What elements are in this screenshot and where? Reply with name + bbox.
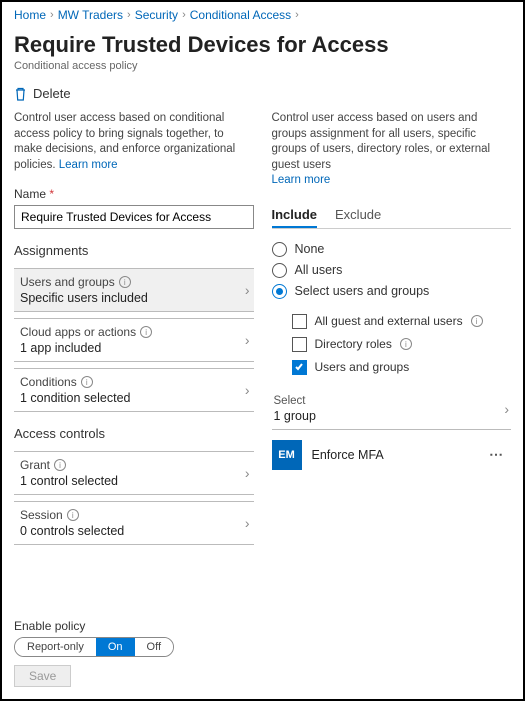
chevron-right-icon: ›: [245, 465, 250, 481]
select-groups[interactable]: Select 1 group ›: [272, 391, 512, 430]
check-directory-roles[interactable]: Directory rolesi: [292, 333, 512, 356]
assignment-conditions[interactable]: Conditionsi 1 condition selected ›: [14, 368, 254, 412]
assignment-cloud-apps[interactable]: Cloud apps or actionsi 1 app included ›: [14, 318, 254, 362]
selection-type-checklist: All guest and external usersi Directory …: [292, 310, 512, 379]
radio-all-users[interactable]: All users: [272, 260, 512, 281]
left-description: Control user access based on conditional…: [14, 111, 254, 173]
breadcrumb-conditional-access[interactable]: Conditional Access: [190, 8, 291, 22]
group-avatar: EM: [272, 440, 302, 470]
learn-more-link-right[interactable]: Learn more: [272, 174, 331, 186]
seg-off[interactable]: Off: [135, 638, 173, 656]
breadcrumb-home[interactable]: Home: [14, 8, 46, 22]
right-panel: Control user access based on users and g…: [272, 111, 512, 545]
enable-policy-label: Enable policy: [14, 619, 511, 633]
info-icon: i: [81, 376, 93, 388]
enable-policy-toggle[interactable]: Report-only On Off: [14, 637, 174, 657]
page-title: Require Trusted Devices for Access: [14, 32, 511, 58]
chevron-right-icon: ›: [245, 332, 250, 348]
breadcrumb: Home › MW Traders › Security › Conditional …: [2, 2, 523, 28]
breadcrumb-security[interactable]: Security: [135, 8, 178, 22]
assignment-users-and-groups[interactable]: Users and groupsi Specific users include…: [14, 268, 254, 312]
info-icon: i: [400, 338, 412, 350]
info-icon: i: [119, 276, 131, 288]
left-panel: Control user access based on conditional…: [14, 111, 254, 545]
chevron-right-icon: ›: [245, 382, 250, 398]
info-icon: i: [67, 509, 79, 521]
check-guest-external[interactable]: All guest and external usersi: [292, 310, 512, 333]
name-input[interactable]: [14, 205, 254, 229]
chevron-right-icon: ›: [245, 515, 250, 531]
chevron-right-icon: ›: [182, 9, 186, 21]
chevron-right-icon: ›: [245, 282, 250, 298]
more-options-icon[interactable]: ⋯: [489, 446, 511, 463]
include-exclude-tabs: Include Exclude: [272, 201, 512, 229]
info-icon: i: [471, 315, 483, 327]
radio-none[interactable]: None: [272, 239, 512, 260]
assignments-header: Assignments: [14, 243, 254, 262]
right-description: Control user access based on users and g…: [272, 111, 512, 189]
seg-report-only[interactable]: Report-only: [15, 638, 96, 656]
info-icon: i: [140, 326, 152, 338]
chevron-right-icon: ›: [295, 9, 299, 21]
name-label: Name *: [14, 187, 254, 201]
footer: Enable policy Report-only On Off Save: [2, 611, 523, 699]
check-users-groups[interactable]: Users and groups: [292, 356, 512, 379]
user-scope-radiogroup: None All users Select users and groups: [272, 239, 512, 302]
learn-more-link[interactable]: Learn more: [59, 159, 118, 171]
access-controls-header: Access controls: [14, 426, 254, 445]
access-grant[interactable]: Granti 1 control selected ›: [14, 451, 254, 495]
page-subtitle: Conditional access policy: [14, 60, 511, 72]
info-icon: i: [54, 459, 66, 471]
chevron-right-icon: ›: [50, 9, 54, 21]
group-name: Enforce MFA: [312, 448, 384, 462]
save-button[interactable]: Save: [14, 665, 71, 687]
breadcrumb-mw-traders[interactable]: MW Traders: [58, 8, 123, 22]
chevron-right-icon: ›: [504, 401, 509, 417]
selected-group-row[interactable]: EM Enforce MFA ⋯: [272, 440, 512, 470]
trash-icon: [14, 87, 27, 101]
access-session[interactable]: Sessioni 0 controls selected ›: [14, 501, 254, 545]
chevron-right-icon: ›: [127, 9, 131, 21]
radio-select-users-groups[interactable]: Select users and groups: [272, 281, 512, 302]
tab-exclude[interactable]: Exclude: [335, 201, 381, 228]
delete-label: Delete: [33, 86, 71, 101]
delete-button[interactable]: Delete: [2, 80, 523, 107]
tab-include[interactable]: Include: [272, 201, 318, 228]
seg-on[interactable]: On: [96, 638, 135, 656]
